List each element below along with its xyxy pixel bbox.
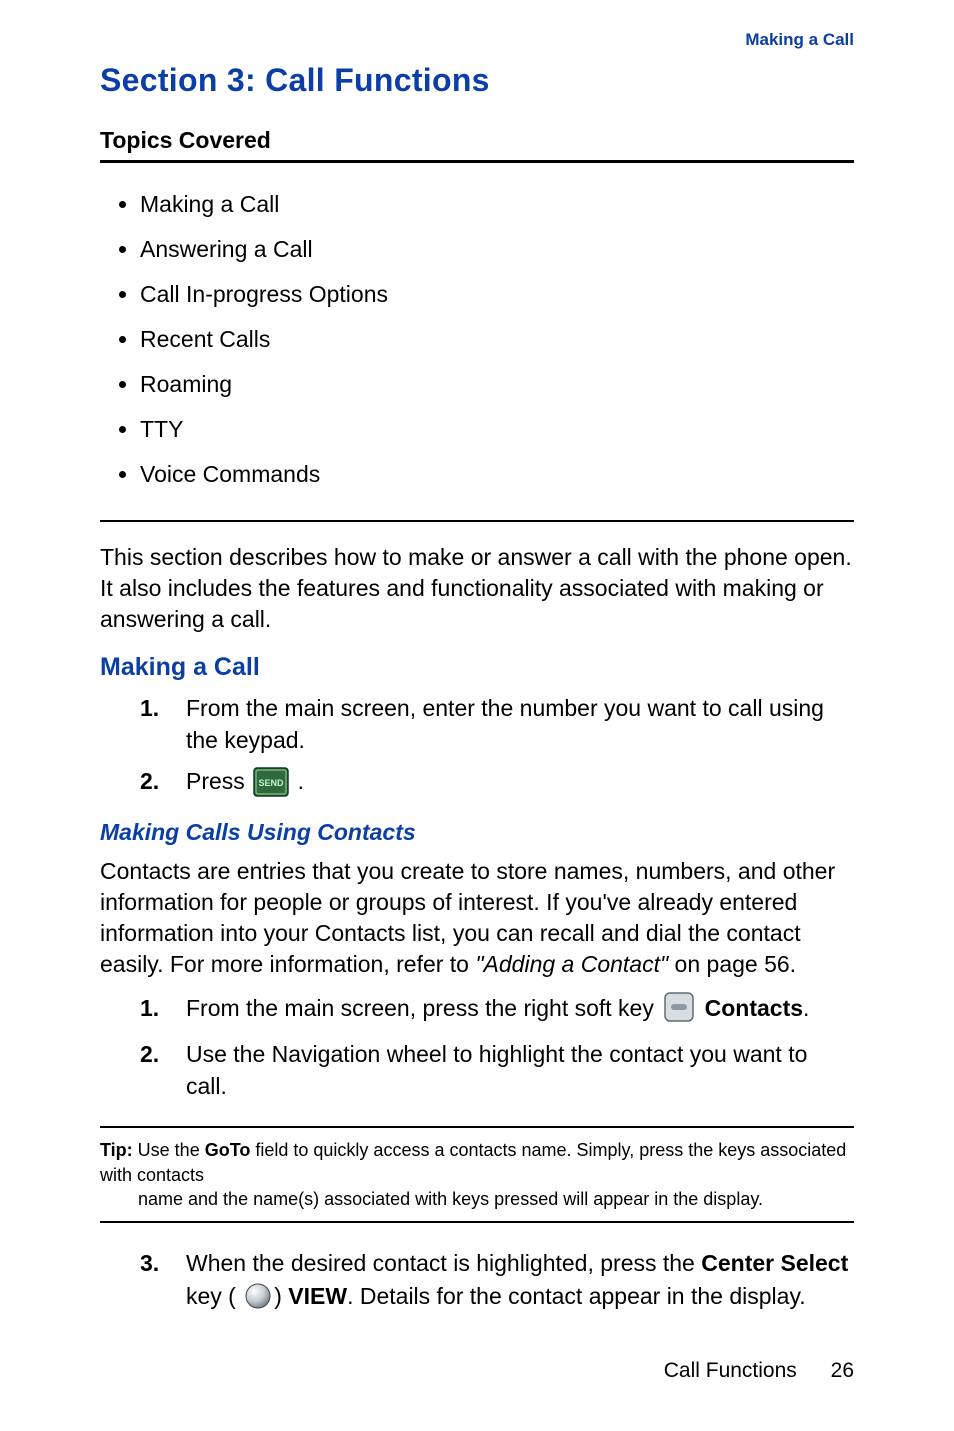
- topic-item: Call In-progress Options: [140, 281, 854, 308]
- step-item: 1. From the main screen, enter the numbe…: [140, 692, 854, 756]
- section-title: Section 3: Call Functions: [100, 62, 854, 99]
- center-select-key-icon: [244, 1282, 272, 1318]
- step-item: 1. From the main screen, press the right…: [140, 992, 854, 1030]
- step-number: 1.: [140, 992, 159, 1024]
- key-name: Center Select: [701, 1250, 848, 1276]
- reference-title: "Adding a Contact": [475, 951, 668, 977]
- making-call-steps: 1. From the main screen, enter the numbe…: [140, 692, 854, 805]
- making-a-call-heading: Making a Call: [100, 653, 854, 682]
- step-item: 2. Use the Navigation wheel to highlight…: [140, 1038, 854, 1102]
- step-text: ): [274, 1283, 288, 1309]
- topic-item: Answering a Call: [140, 236, 854, 263]
- contacts-steps: 1. From the main screen, press the right…: [140, 992, 854, 1103]
- step-text: .: [803, 995, 809, 1021]
- divider: [100, 520, 854, 522]
- step-item: 3. When the desired contact is highlight…: [140, 1247, 854, 1317]
- step-text: Use the Navigation wheel to highlight th…: [186, 1041, 807, 1099]
- topic-item: Voice Commands: [140, 461, 854, 488]
- contacts-paragraph: Contacts are entries that you create to …: [100, 856, 854, 980]
- step-item: 2. Press SEND .: [140, 765, 854, 805]
- step-text: From the main screen, enter the number y…: [186, 695, 824, 753]
- tip-block: Tip: Use the GoTo field to quickly acces…: [100, 1126, 854, 1223]
- step-text: key (: [186, 1283, 236, 1309]
- page: Making a Call Section 3: Call Functions …: [0, 0, 954, 1431]
- step-text: . Details for the contact appear in the …: [347, 1283, 806, 1309]
- step-text: Press: [186, 768, 251, 794]
- tip-text: Tip: Use the GoTo field to quickly acces…: [100, 1138, 854, 1211]
- topic-item: Roaming: [140, 371, 854, 398]
- svg-text:SEND: SEND: [259, 778, 285, 788]
- goto-field-name: GoTo: [205, 1140, 251, 1160]
- tip-text-part: Use the: [133, 1140, 205, 1160]
- softkey-label: Contacts: [705, 995, 803, 1021]
- send-key-icon: SEND: [253, 767, 289, 805]
- contacts-steps-cont: 3. When the desired contact is highlight…: [140, 1247, 854, 1317]
- topic-item: Making a Call: [140, 191, 854, 218]
- step-text: When the desired contact is highlighted,…: [186, 1250, 701, 1276]
- topics-covered-heading: Topics Covered: [100, 127, 854, 154]
- tip-text-part: name and the name(s) associated with key…: [100, 1187, 854, 1211]
- tip-label: Tip:: [100, 1140, 133, 1160]
- breadcrumb: Making a Call: [100, 30, 854, 50]
- topics-list: Making a Call Answering a Call Call In-p…: [100, 191, 854, 488]
- topic-item: Recent Calls: [140, 326, 854, 353]
- step-number: 3.: [140, 1247, 159, 1279]
- step-number: 2.: [140, 1038, 159, 1070]
- step-text: From the main screen, press the right so…: [186, 995, 660, 1021]
- right-soft-key-icon: [664, 992, 694, 1030]
- intro-paragraph: This section describes how to make or an…: [100, 542, 854, 635]
- step-number: 2.: [140, 765, 159, 797]
- step-number: 1.: [140, 692, 159, 724]
- paragraph-text: on page 56.: [668, 951, 796, 977]
- divider: [100, 160, 854, 163]
- page-footer: Call Functions 26: [664, 1359, 854, 1383]
- softkey-label: VIEW: [288, 1283, 347, 1309]
- topic-item: TTY: [140, 416, 854, 443]
- making-calls-using-contacts-heading: Making Calls Using Contacts: [100, 819, 854, 846]
- step-text: .: [298, 768, 304, 794]
- footer-section-name: Call Functions: [664, 1359, 797, 1382]
- page-number: 26: [831, 1359, 854, 1383]
